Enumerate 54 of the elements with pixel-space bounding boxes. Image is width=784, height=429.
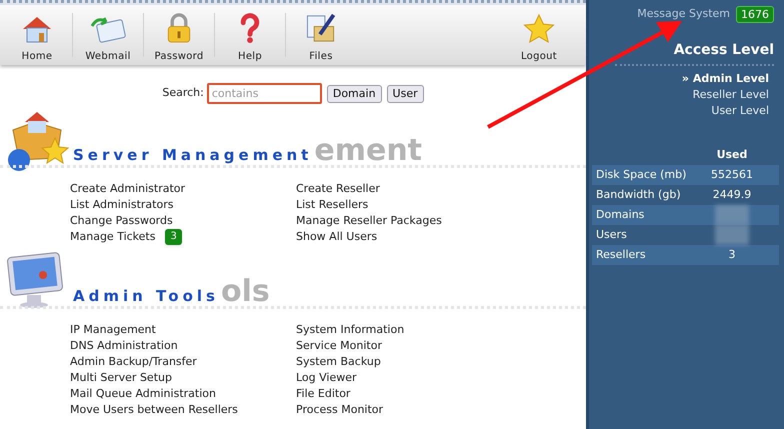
menu-link[interactable]: Admin Backup/Transfer — [70, 354, 197, 370]
usage-value: 3 — [728, 246, 736, 263]
search-field[interactable]: contains — [206, 83, 322, 104]
toolbar-button[interactable]: Help — [215, 13, 285, 68]
message-count-badge: 1676 — [736, 6, 774, 23]
menu-link[interactable]: Move Users between Resellers — [70, 402, 238, 418]
menu-link[interactable]: Mail Queue Administration — [70, 386, 216, 402]
menu-link[interactable]: List Administrators — [70, 196, 174, 214]
toolbar-button[interactable]: Password — [144, 13, 214, 68]
search-button[interactable]: Domain — [326, 84, 382, 102]
section-title: Admin Tools — [73, 286, 219, 306]
menu-link[interactable]: System Backup — [296, 354, 381, 370]
usage-label: Domains — [595, 206, 646, 223]
documents-pen-icon — [304, 13, 338, 44]
toolbar-button[interactable]: Logout — [504, 13, 574, 68]
count-badge: 3 — [165, 229, 182, 245]
toolbar-button[interactable]: Home — [2, 13, 72, 68]
menu-link[interactable]: Create Reseller — [296, 180, 380, 198]
menu-link[interactable]: Manage Tickets — [70, 228, 156, 246]
question-mark-icon — [239, 13, 261, 44]
usage-value: 552561 — [710, 166, 754, 183]
menu-link[interactable]: File Editor — [296, 386, 350, 402]
menu-link[interactable]: Log Viewer — [296, 370, 357, 386]
menu-link[interactable]: DNS Administration — [70, 338, 178, 354]
menu-link[interactable]: IP Management — [70, 322, 156, 338]
access-level-link[interactable]: Reseller Level — [692, 87, 769, 103]
menu-link[interactable]: System Information — [296, 322, 404, 338]
menu-link[interactable]: List Resellers — [296, 196, 368, 214]
menu-link[interactable]: Change Passwords — [70, 212, 173, 230]
access-level-link[interactable]: » Admin Level — [682, 71, 769, 87]
message-system-link[interactable]: Message System — [637, 6, 730, 23]
padlock-icon — [165, 13, 193, 44]
toolbar-button[interactable]: Files — [286, 13, 356, 68]
section-backdrop-title: ols — [220, 275, 270, 309]
menu-link[interactable]: Multi Server Setup — [70, 370, 172, 386]
menu-link[interactable]: Service Monitor — [296, 338, 382, 354]
section-backdrop-title: ement — [314, 134, 422, 168]
usage-label: Bandwidth (gb) — [595, 186, 682, 203]
menu-link[interactable]: Process Monitor — [296, 402, 384, 418]
section-title: Server Management — [73, 144, 312, 166]
menu-link[interactable]: Show All Users — [296, 228, 378, 246]
usage-header: Used — [716, 146, 748, 163]
access-level-link[interactable]: User Level — [711, 103, 769, 119]
usage-label: Disk Space (mb) — [595, 166, 688, 183]
access-level-title: Access Level — [674, 41, 774, 60]
star-icon — [522, 13, 556, 44]
search-label: Search: — [162, 85, 204, 102]
menu-link[interactable]: Create Administrator — [70, 180, 186, 198]
usage-label: Users — [595, 226, 628, 243]
usage-value: 2449.9 — [712, 186, 752, 203]
toolbar-button[interactable]: Webmail — [73, 13, 143, 68]
search-button[interactable]: User — [386, 84, 424, 102]
usage-label: Resellers — [595, 246, 647, 263]
menu-link[interactable]: Manage Reseller Packages — [296, 212, 442, 230]
